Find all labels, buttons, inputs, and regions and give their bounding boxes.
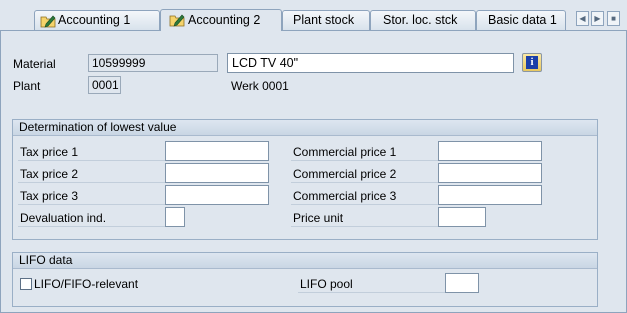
tab-plant-stock[interactable]: Plant stock (282, 10, 370, 30)
label-underline (18, 182, 165, 183)
tab-label: Stor. loc. stck (383, 13, 458, 27)
tax-price-1-label: Tax price 1 (20, 145, 79, 159)
label-underline (291, 226, 438, 227)
tax-price-2-input[interactable] (165, 163, 269, 183)
tab-basic-data-1[interactable]: Basic data 1 (476, 10, 566, 30)
tax-price-1-input[interactable] (165, 141, 269, 161)
commercial-price-2-label: Commercial price 2 (293, 167, 397, 181)
label-underline (18, 160, 165, 161)
tab-label: Basic data 1 (488, 13, 557, 27)
lifo-fifo-relevant-checkbox[interactable] (20, 278, 32, 290)
tab-label: Accounting 2 (188, 13, 261, 27)
group-title: LIFO data (13, 253, 597, 269)
info-button[interactable]: i (522, 53, 542, 72)
tab-label: Accounting 1 (58, 13, 131, 27)
plant-field: 0001 (88, 76, 121, 94)
commercial-price-2-input[interactable] (438, 163, 542, 183)
tab-strip: Accounting 1 Accounting 2 Plant stock St… (0, 0, 627, 31)
label-underline (291, 160, 438, 161)
devaluation-ind-label: Devaluation ind. (20, 211, 107, 225)
material-label: Material (13, 57, 56, 71)
tab-label: Plant stock (293, 13, 355, 27)
label-underline (18, 204, 165, 205)
plant-label: Plant (13, 79, 41, 93)
label-underline (18, 226, 165, 227)
commercial-price-3-label: Commercial price 3 (293, 189, 397, 203)
commercial-price-1-label: Commercial price 1 (293, 145, 397, 159)
tab-list-icon[interactable]: ■ (607, 11, 620, 26)
price-unit-label: Price unit (293, 211, 344, 225)
scroll-right-icon[interactable]: ▶ (591, 11, 604, 26)
devaluation-ind-input[interactable] (165, 207, 185, 227)
label-underline (298, 292, 445, 293)
price-unit-input[interactable] (438, 207, 486, 227)
info-icon: i (526, 56, 538, 69)
lifo-pool-input[interactable] (445, 273, 479, 293)
tab-stor-loc-stck[interactable]: Stor. loc. stck (370, 10, 476, 30)
commercial-price-1-input[interactable] (438, 141, 542, 161)
tax-price-2-label: Tax price 2 (20, 167, 79, 181)
tab-divider (0, 30, 627, 31)
lifo-fifo-relevant-label: LIFO/FIFO-relevant (34, 277, 139, 291)
lifo-pool-label: LIFO pool (300, 277, 353, 291)
plant-name: Werk 0001 (231, 79, 289, 93)
tax-price-3-input[interactable] (165, 185, 269, 205)
pencil-folder-icon (169, 14, 185, 27)
material-field: 10599999 (88, 54, 218, 72)
material-description-field[interactable]: LCD TV 40" (227, 53, 514, 73)
tab-accounting-1[interactable]: Accounting 1 (34, 10, 160, 30)
label-underline (291, 182, 438, 183)
pencil-folder-icon (40, 15, 56, 28)
group-title: Determination of lowest value (13, 120, 597, 136)
commercial-price-3-input[interactable] (438, 185, 542, 205)
scroll-left-icon[interactable]: ◀ (576, 11, 589, 26)
label-underline (291, 204, 438, 205)
tax-price-3-label: Tax price 3 (20, 189, 79, 203)
tab-accounting-2[interactable]: Accounting 2 (160, 9, 282, 31)
